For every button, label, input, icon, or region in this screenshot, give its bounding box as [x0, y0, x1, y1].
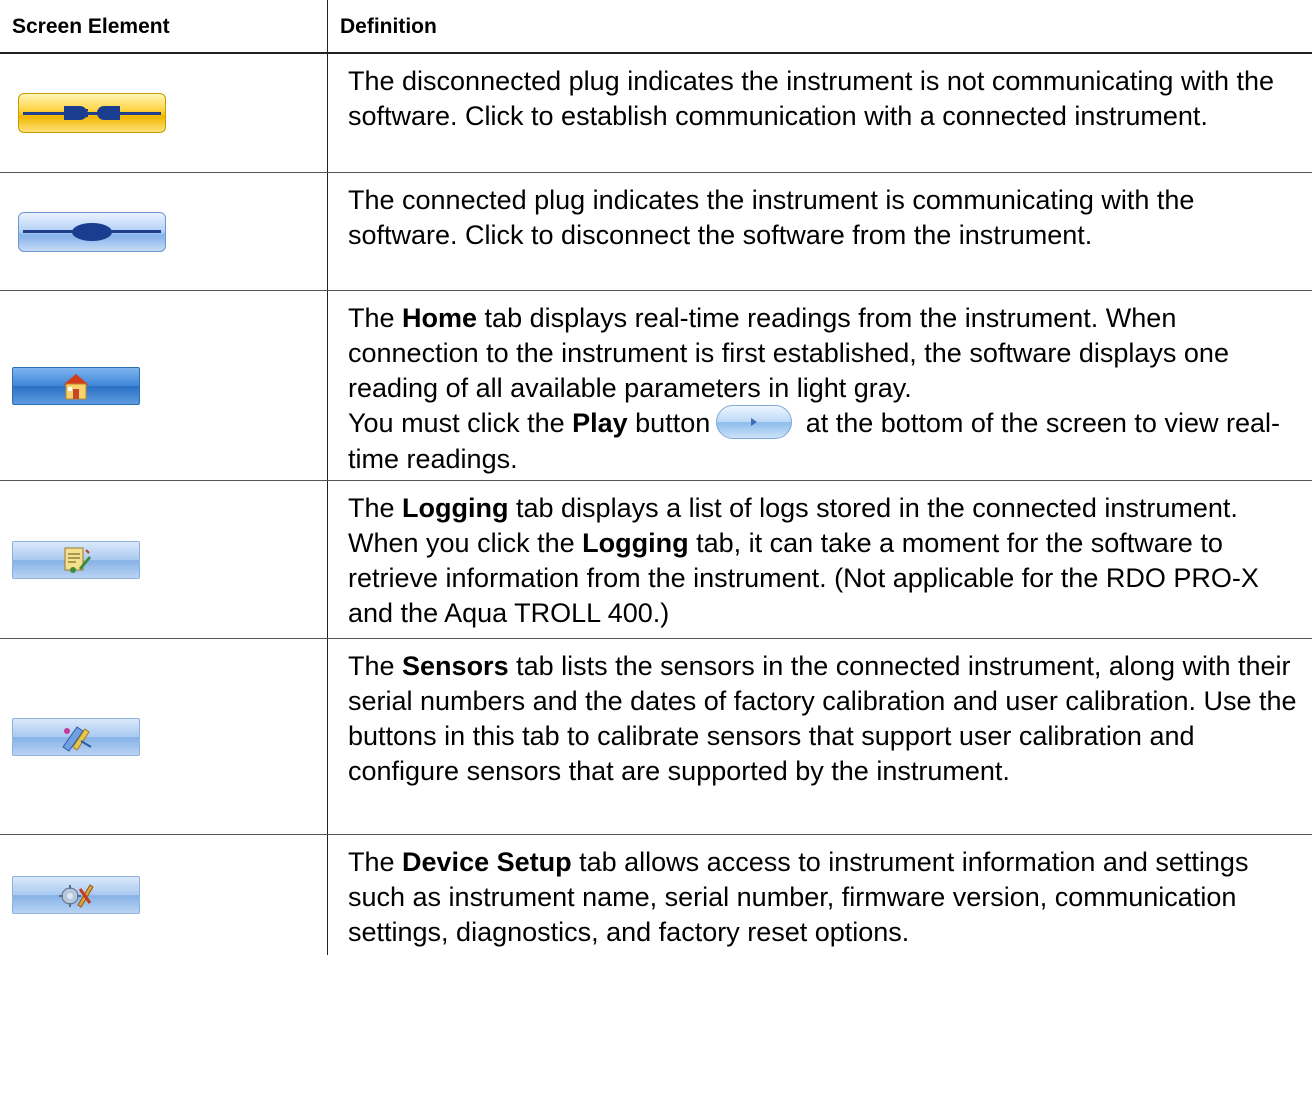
screen-element-cell — [0, 291, 328, 480]
sensors-tab-name: Sensors — [402, 651, 509, 681]
table-row: The disconnected plug indicates the inst… — [0, 54, 1312, 173]
screen-element-cell — [0, 835, 328, 955]
table-row: The Sensors tab lists the sensors in the… — [0, 639, 1312, 835]
connected-plug-icon[interactable] — [18, 211, 166, 252]
header-screen-element: Screen Element — [0, 0, 328, 52]
definition-text: The disconnected plug indicates the inst… — [348, 66, 1275, 131]
definition-text: You must click the — [348, 408, 573, 438]
definition-table: Screen Element Definition The disconnect… — [0, 0, 1312, 955]
definition-text: button — [627, 408, 711, 438]
definition-cell: The Device Setup tab allows access to in… — [328, 835, 1312, 955]
table-header: Screen Element Definition — [0, 0, 1312, 54]
definition-cell: The Logging tab displays a list of logs … — [328, 481, 1312, 638]
definition-cell: The Sensors tab lists the sensors in the… — [328, 639, 1312, 834]
home-tab-name: Home — [402, 303, 478, 333]
definition-text: tab displays real-time readings from the… — [348, 303, 1229, 403]
logging-tab-name: Logging — [582, 528, 689, 558]
screen-element-cell — [0, 173, 328, 290]
definition-cell: The connected plug indicates the instrum… — [328, 173, 1312, 290]
screen-element-cell — [0, 481, 328, 638]
sensors-tab-icon[interactable] — [12, 717, 140, 756]
table-row: The Logging tab displays a list of logs … — [0, 481, 1312, 639]
device-setup-tab-icon[interactable] — [12, 876, 140, 914]
device-setup-tab-name: Device Setup — [402, 847, 572, 877]
table-row: The Home tab displays real-time readings… — [0, 291, 1312, 481]
definition-text: The connected plug indicates the instrum… — [348, 185, 1195, 250]
definition-text: The — [348, 651, 403, 681]
definition-text: The — [348, 847, 403, 877]
logging-tab-icon[interactable] — [12, 540, 140, 579]
definition-cell: The Home tab displays real-time readings… — [328, 291, 1312, 480]
disconnected-plug-icon[interactable] — [18, 93, 166, 133]
definition-text: The — [348, 493, 403, 523]
logging-tab-name: Logging — [402, 493, 509, 523]
screen-element-cell — [0, 639, 328, 834]
table-row: The Device Setup tab allows access to in… — [0, 835, 1312, 955]
home-tab-icon[interactable] — [12, 366, 140, 405]
definition-cell: The disconnected plug indicates the inst… — [328, 54, 1312, 172]
screen-element-cell — [0, 54, 328, 172]
header-definition: Definition — [340, 15, 437, 38]
table-row: The connected plug indicates the instrum… — [0, 173, 1312, 291]
play-button-name: Play — [572, 408, 628, 438]
definition-text: The — [348, 303, 403, 333]
play-button-icon[interactable] — [716, 404, 793, 439]
